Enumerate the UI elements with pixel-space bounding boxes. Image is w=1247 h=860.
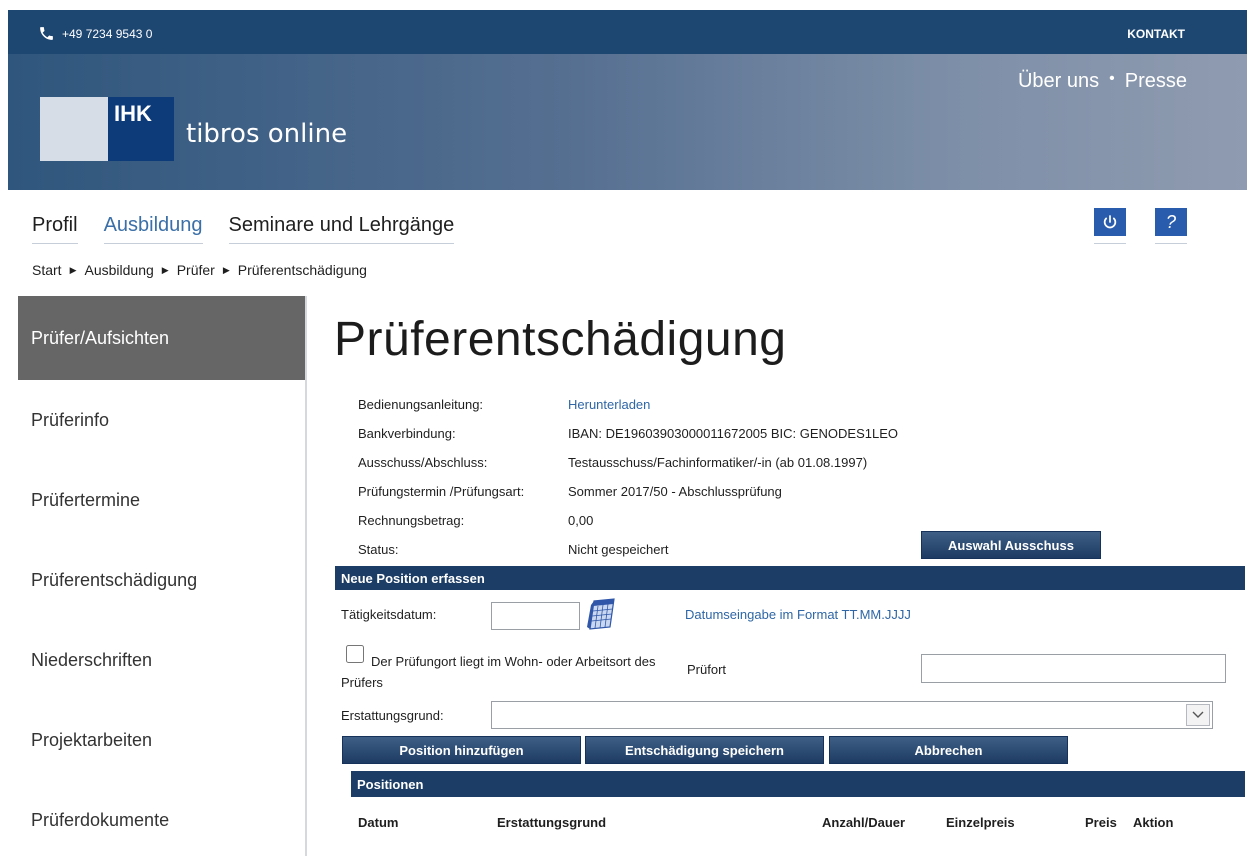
new-position-header: Neue Position erfassen	[335, 566, 1245, 590]
about-link[interactable]: Über uns	[1018, 70, 1099, 93]
info-value: IBAN: DE19603903000011672005 BIC: GENODE…	[568, 426, 899, 441]
info-table: Bedienungsanleitung: Herunterladen Bankv…	[358, 390, 898, 564]
chevron-down-icon[interactable]	[1186, 704, 1210, 726]
positions-header: Positionen	[351, 771, 1245, 797]
sidebar-item-prueferentschaedigung[interactable]: Prüferentschädigung	[18, 540, 305, 620]
phone-number: +49 7234 9543 0	[62, 26, 153, 41]
contact-link[interactable]: KONTAKT	[1127, 27, 1185, 41]
sidebar-item-projektarbeiten[interactable]: Projektarbeiten	[18, 700, 305, 780]
nav-item-profil[interactable]: Profil	[32, 214, 78, 244]
logout-button[interactable]	[1094, 208, 1126, 244]
breadcrumb-current: Prüferentschädigung	[237, 262, 367, 278]
breadcrumb-arrow-icon: ▶	[222, 264, 230, 275]
column-header-price: Preis	[1085, 815, 1117, 830]
place-label: Prüfort	[687, 662, 727, 677]
info-row-status: Status: Nicht gespeichert	[358, 535, 898, 564]
select-committee-button[interactable]: Auswahl Ausschuss	[921, 531, 1101, 559]
info-row-exam: Prüfungstermin /Prüfungsart: Sommer 2017…	[358, 477, 898, 506]
info-row-manual: Bedienungsanleitung: Herunterladen	[358, 390, 898, 419]
status-value: Nicht gespeichert	[568, 542, 669, 557]
link-separator: •	[1109, 70, 1115, 87]
sidebar-item-niederschriften[interactable]: Niederschriften	[18, 620, 305, 700]
power-icon	[1103, 215, 1117, 229]
breadcrumb-arrow-icon: ▶	[161, 264, 169, 275]
info-label: Prüfungstermin /Prüfungsart:	[358, 484, 525, 499]
phone-icon	[40, 27, 53, 40]
info-value: Sommer 2017/50 - Abschlussprüfung	[568, 484, 782, 499]
sidebar: Prüfer/Aufsichten Prüferinfo Prüfertermi…	[18, 296, 307, 856]
info-row-amount: Rechnungsbetrag: 0,00	[358, 506, 898, 535]
header-banner: Über uns • Presse IHK tibros online	[8, 54, 1247, 190]
info-label: Bankverbindung:	[358, 426, 456, 441]
press-link[interactable]: Presse	[1125, 70, 1187, 93]
breadcrumb: Start ▶ Ausbildung ▶ Prüfer ▶ Prüferents…	[32, 262, 367, 278]
help-button[interactable]: ?	[1155, 208, 1187, 244]
info-label: Status:	[358, 542, 399, 557]
top-bar: +49 7234 9543 0 KONTAKT	[8, 10, 1247, 54]
nav-item-ausbildung[interactable]: Ausbildung	[103, 214, 203, 244]
sidebar-item-pruefer-aufsichten[interactable]: Prüfer/Aufsichten	[18, 296, 305, 380]
place-input[interactable]	[921, 654, 1226, 683]
breadcrumb-arrow-icon: ▶	[69, 264, 77, 275]
info-row-bank: Bankverbindung: IBAN: DE1960390300001167…	[358, 419, 898, 448]
reason-label: Erstattungsgrund:	[341, 708, 444, 723]
save-compensation-button[interactable]: Entschädigung speichern	[585, 736, 824, 764]
download-manual-link[interactable]: Herunterladen	[568, 397, 650, 412]
logo[interactable]: IHK tibros online	[40, 97, 347, 161]
column-header-unit-price: Einzelpreis	[946, 815, 1015, 830]
logo-block	[40, 97, 108, 161]
brand-name: tibros online	[186, 119, 348, 149]
cancel-button[interactable]: Abbrechen	[829, 736, 1068, 764]
nav-item-seminare[interactable]: Seminare und Lehrgänge	[228, 214, 455, 244]
column-header-date: Datum	[358, 815, 399, 830]
info-label: Rechnungsbetrag:	[358, 513, 465, 528]
residence-checkbox-label: Der Prüfungort liegt im Wohn- oder Arbei…	[341, 654, 656, 690]
reason-select[interactable]	[491, 701, 1213, 729]
breadcrumb-pruefer[interactable]: Prüfer	[177, 262, 215, 278]
info-label: Bedienungsanleitung:	[358, 397, 484, 412]
date-input[interactable]	[491, 602, 580, 630]
info-row-committee: Ausschuss/Abschluss: Testausschuss/Fachi…	[358, 448, 898, 477]
sidebar-item-prueferdokumente[interactable]: Prüferdokumente	[18, 780, 305, 860]
column-header-quantity: Anzahl/Dauer	[822, 815, 906, 830]
breadcrumb-ausbildung[interactable]: Ausbildung	[85, 262, 154, 278]
sidebar-item-pruefertermine[interactable]: Prüfertermine	[18, 460, 305, 540]
date-format-hint: Datumseingabe im Format TT.MM.JJJJ	[685, 607, 911, 622]
logo-ihk: IHK	[108, 97, 174, 161]
add-position-button[interactable]: Position hinzufügen	[342, 736, 581, 764]
info-value: 0,00	[568, 513, 594, 528]
column-header-action: Aktion	[1133, 815, 1174, 830]
column-header-reason: Erstattungsgrund	[497, 815, 607, 830]
info-label: Ausschuss/Abschluss:	[358, 455, 488, 470]
info-value: Testausschuss/Fachinformatiker/-in (ab 0…	[568, 455, 868, 470]
breadcrumb-start[interactable]: Start	[32, 262, 62, 278]
date-label: Tätigkeitsdatum:	[341, 607, 437, 622]
main-nav: Profil Ausbildung Seminare und Lehrgänge	[32, 214, 455, 244]
sidebar-item-prueferinfo[interactable]: Prüferinfo	[18, 380, 305, 460]
calendar-icon[interactable]	[585, 597, 619, 631]
page-title: Prüferentschädigung	[334, 313, 787, 366]
phone-contact[interactable]: +49 7234 9543 0	[38, 25, 152, 42]
top-links: Über uns • Presse	[1018, 70, 1187, 93]
